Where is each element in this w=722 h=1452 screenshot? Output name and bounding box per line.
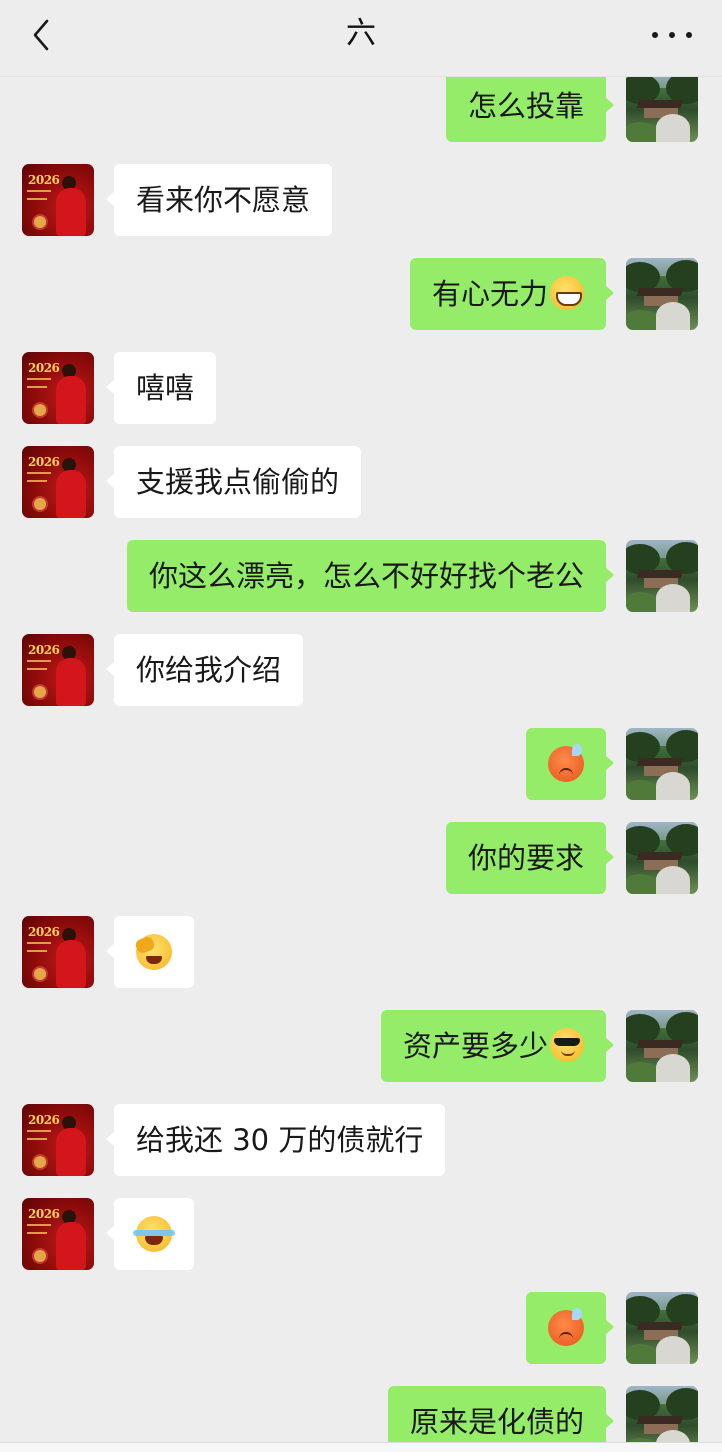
message-bubble[interactable] bbox=[106, 916, 194, 988]
contact-avatar[interactable]: 2026 bbox=[22, 1198, 94, 1270]
message-text: 有心无力 bbox=[431, 277, 548, 311]
contact-avatar[interactable]: 2026 bbox=[22, 634, 94, 706]
face-palm-emoji-icon bbox=[136, 934, 172, 970]
avatar-year-text: 2026 bbox=[28, 643, 60, 657]
message-text: 原来是化债的 bbox=[409, 1405, 584, 1439]
self-avatar[interactable] bbox=[626, 822, 698, 894]
more-dot-icon bbox=[669, 32, 675, 38]
chat-title: 六 bbox=[346, 16, 376, 51]
message-row: 2026 看来你不愿意 bbox=[0, 164, 722, 236]
self-avatar[interactable] bbox=[626, 1010, 698, 1082]
contact-avatar[interactable]: 2026 bbox=[22, 1104, 94, 1176]
bottom-edge bbox=[0, 1442, 722, 1452]
message-text: 看来你不愿意 bbox=[136, 183, 311, 217]
message-row: 怎么投靠 bbox=[0, 70, 722, 142]
message-row: 原来是化债的 bbox=[0, 1386, 722, 1442]
message-row: 2026 bbox=[0, 916, 722, 988]
self-avatar[interactable] bbox=[626, 728, 698, 800]
self-avatar[interactable] bbox=[626, 258, 698, 330]
self-avatar[interactable] bbox=[626, 540, 698, 612]
avatar-year-text: 2026 bbox=[28, 455, 60, 469]
message-row: 有心无力 bbox=[0, 258, 722, 330]
message-row: 2026 你给我介绍 bbox=[0, 634, 722, 706]
avatar-year-text: 2026 bbox=[28, 1207, 60, 1221]
avatar-year-text: 2026 bbox=[28, 173, 60, 187]
message-bubble[interactable]: 给我还 30 万的债就行 bbox=[105, 1104, 446, 1176]
more-options-button[interactable] bbox=[652, 22, 692, 48]
message-bubble[interactable]: 看来你不愿意 bbox=[105, 164, 333, 236]
message-bubble[interactable]: 原来是化债的 bbox=[387, 1386, 615, 1442]
message-text: 给我还 30 万的债就行 bbox=[136, 1123, 424, 1157]
tears-of-joy-emoji-icon bbox=[133, 1216, 175, 1252]
avatar-year-text: 2026 bbox=[28, 361, 60, 375]
message-text: 支援我点偷偷的 bbox=[136, 465, 340, 499]
message-text: 你的要求 bbox=[467, 841, 584, 875]
contact-avatar[interactable]: 2026 bbox=[22, 164, 94, 236]
message-bubble[interactable]: 你给我介绍 bbox=[105, 634, 304, 706]
chat-area[interactable]: 怎么投靠 2026 看来你不愿意 有心无力 2026 嘻嘻 2026 支援我点偷… bbox=[0, 0, 722, 1442]
chat-header: 六 bbox=[0, 0, 722, 77]
grin-emoji-icon bbox=[550, 276, 584, 310]
contact-avatar[interactable]: 2026 bbox=[22, 916, 94, 988]
message-row: 2026 支援我点偷偷的 bbox=[0, 446, 722, 518]
message-text: 你给我介绍 bbox=[136, 653, 282, 687]
hot-face-emoji-icon bbox=[548, 1308, 584, 1346]
message-bubble[interactable]: 你这么漂亮，怎么不好好找个老公 bbox=[126, 540, 615, 612]
message-row: 你的要求 bbox=[0, 822, 722, 894]
message-bubble[interactable]: 怎么投靠 bbox=[445, 70, 615, 142]
message-bubble[interactable] bbox=[526, 1292, 614, 1364]
self-avatar[interactable] bbox=[626, 70, 698, 142]
message-bubble[interactable] bbox=[106, 1198, 194, 1270]
hot-face-emoji-icon bbox=[548, 744, 584, 782]
message-text: 你这么漂亮，怎么不好好找个老公 bbox=[148, 559, 584, 593]
message-row: 2026 bbox=[0, 1198, 722, 1270]
more-dot-icon bbox=[686, 32, 692, 38]
message-row bbox=[0, 1292, 722, 1364]
self-avatar[interactable] bbox=[626, 1292, 698, 1364]
message-bubble[interactable]: 有心无力 bbox=[409, 258, 615, 330]
message-bubble[interactable]: 你的要求 bbox=[445, 822, 615, 894]
message-row: 2026 嘻嘻 bbox=[0, 352, 722, 424]
message-bubble[interactable]: 支援我点偷偷的 bbox=[105, 446, 362, 518]
message-row: 2026 给我还 30 万的债就行 bbox=[0, 1104, 722, 1176]
message-bubble[interactable] bbox=[526, 728, 614, 800]
self-avatar[interactable] bbox=[626, 1386, 698, 1442]
message-bubble[interactable]: 资产要多少 bbox=[380, 1010, 615, 1082]
message-bubble[interactable]: 嘻嘻 bbox=[105, 352, 217, 424]
message-row bbox=[0, 728, 722, 800]
message-text: 资产要多少 bbox=[402, 1029, 548, 1063]
contact-avatar[interactable]: 2026 bbox=[22, 352, 94, 424]
message-text: 嘻嘻 bbox=[136, 371, 195, 405]
message-text: 怎么投靠 bbox=[467, 89, 584, 123]
sunglasses-emoji-icon bbox=[550, 1028, 584, 1062]
avatar-year-text: 2026 bbox=[28, 925, 60, 939]
message-row: 你这么漂亮，怎么不好好找个老公 bbox=[0, 540, 722, 612]
more-dot-icon bbox=[652, 32, 658, 38]
message-row: 资产要多少 bbox=[0, 1010, 722, 1082]
avatar-year-text: 2026 bbox=[28, 1113, 60, 1127]
contact-avatar[interactable]: 2026 bbox=[22, 446, 94, 518]
